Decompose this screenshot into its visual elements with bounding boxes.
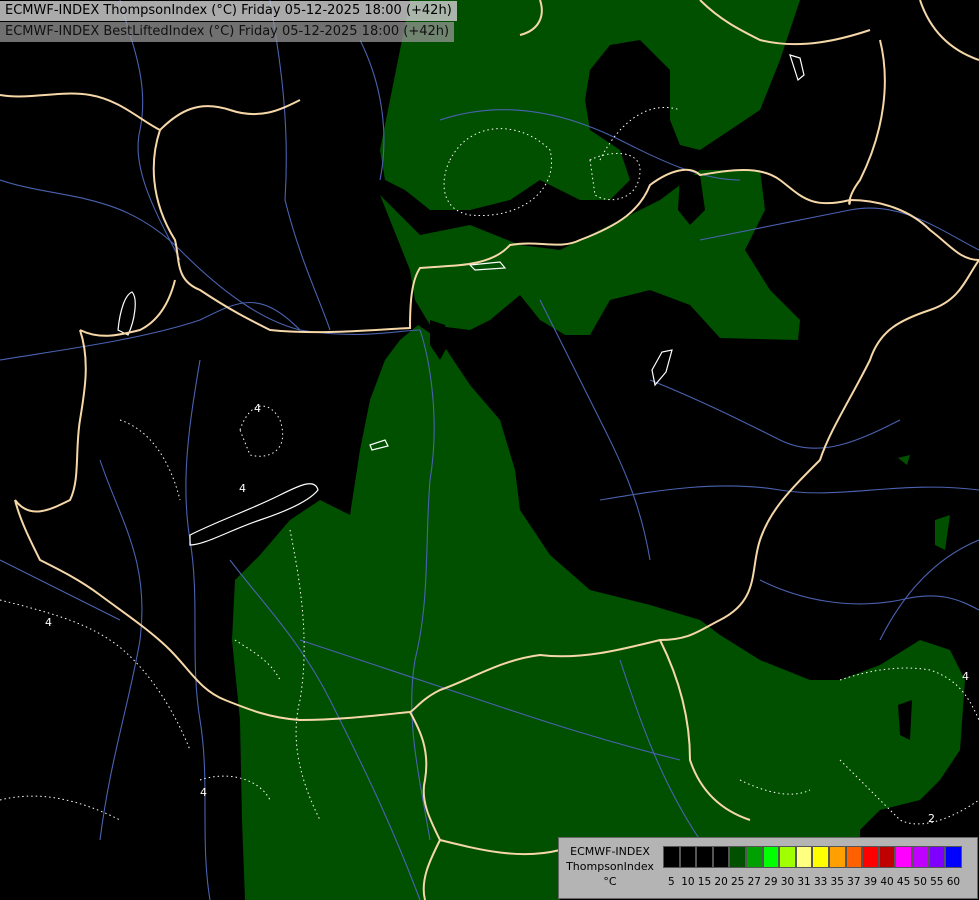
legend-tick: 5 — [667, 876, 675, 888]
legend-tick: 10 — [681, 876, 695, 888]
contour-label: 4 — [239, 482, 246, 495]
contour-label: 2 — [928, 812, 935, 825]
map-title-thompson: ECMWF-INDEX ThompsonIndex (°C) Friday 05… — [0, 1, 457, 21]
legend-tick: 60 — [946, 876, 961, 888]
legend-tick: 50 — [913, 876, 927, 888]
legend-color-box — [945, 846, 962, 868]
legend-tick: 25 — [730, 876, 745, 888]
contour-label: 4 — [45, 616, 52, 629]
legend-color-box — [679, 846, 697, 868]
legend-color-box — [696, 846, 713, 868]
legend-tick: 30 — [780, 876, 795, 888]
legend-color-box — [911, 846, 929, 868]
legend-tick: 31 — [797, 876, 811, 888]
legend-variable: ThompsonIndex — [566, 860, 654, 873]
legend-tick-labels: 5 10 15 20 25 27 29 30 31 33 35 37 39 40 45 50 55 60 — [663, 876, 962, 888]
contour-label: 4 — [962, 670, 969, 683]
legend-color-box — [745, 846, 763, 868]
legend-tick: 33 — [813, 876, 828, 888]
legend-tick: 39 — [863, 876, 878, 888]
legend-color-box — [812, 846, 829, 868]
legend-color-box — [862, 846, 879, 868]
legend-color-box — [762, 846, 780, 868]
contour-label: 4 — [200, 786, 207, 799]
legend-label: ECMWF-INDEX ThompsonIndex °C — [561, 844, 659, 889]
legend-tick: 15 — [697, 876, 712, 888]
thompson-index-map: 4 4 4 4 4 2 — [0, 0, 979, 900]
legend-tick: 29 — [764, 876, 778, 888]
legend-color-box — [845, 846, 863, 868]
color-legend: ECMWF-INDEX ThompsonIndex °C 5 10 15 20 25 27… — [558, 837, 978, 899]
legend-color-box — [663, 846, 680, 868]
legend-color-box — [795, 846, 813, 868]
legend-tick: 35 — [830, 876, 844, 888]
legend-tick: 37 — [847, 876, 861, 888]
legend-tick: 20 — [714, 876, 728, 888]
legend-tick: 55 — [930, 876, 944, 888]
legend-unit: °C — [603, 875, 617, 888]
legend-tick: 40 — [880, 876, 894, 888]
legend-color-box — [779, 846, 796, 868]
legend-color-box — [712, 846, 730, 868]
contour-label: 4 — [254, 402, 261, 415]
legend-color-box — [895, 846, 912, 868]
legend-color-boxes — [663, 846, 962, 868]
legend-product: ECMWF-INDEX — [570, 845, 650, 858]
legend-color-box — [878, 846, 896, 868]
map-title-bestlifted: ECMWF-INDEX BestLiftedIndex (°C) Friday … — [0, 22, 455, 42]
legend-tick: 45 — [896, 876, 911, 888]
legend-tick: 27 — [747, 876, 761, 888]
legend-color-box — [928, 846, 946, 868]
legend-color-box — [729, 846, 746, 868]
legend-color-box — [828, 846, 846, 868]
